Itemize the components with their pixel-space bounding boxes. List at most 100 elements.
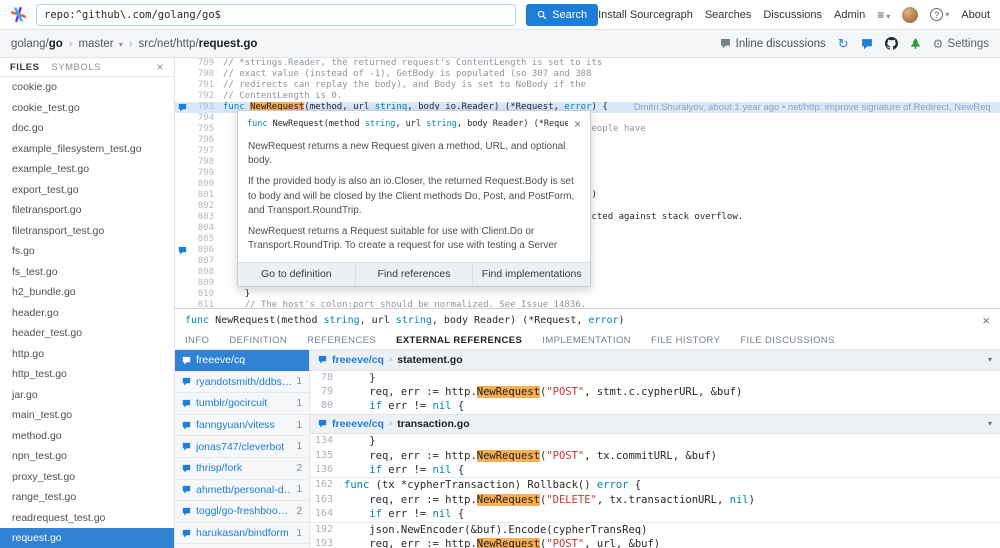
close-icon[interactable]: ×: [156, 60, 164, 74]
line-number[interactable]: 810: [190, 289, 214, 300]
line-number[interactable]: 193: [310, 537, 344, 548]
file-item[interactable]: proxy_test.go: [0, 467, 174, 488]
file-item[interactable]: jar.go: [0, 385, 174, 406]
panel-tab-file-history[interactable]: FILE HISTORY: [651, 335, 720, 346]
reference-line[interactable]: 193 req, err := http.NewRequest("POST", …: [310, 537, 1000, 548]
line-number[interactable]: 804: [190, 223, 214, 234]
line-number[interactable]: 79: [310, 385, 344, 399]
line-number[interactable]: 135: [310, 449, 344, 463]
code-text[interactable]: req, err := http.NewRequest("POST", tx.c…: [344, 449, 717, 463]
nav-install-sourcegraph[interactable]: Install Sourcegraph: [598, 9, 693, 21]
line-number[interactable]: 807: [190, 256, 214, 267]
file-item[interactable]: h2_bundle.go: [0, 282, 174, 303]
line-number[interactable]: 794: [190, 113, 214, 124]
code-line[interactable]: 811 // The host's colon:port should be n…: [175, 300, 1000, 308]
github-icon[interactable]: [884, 37, 898, 50]
file-item[interactable]: request.go: [0, 528, 174, 548]
code-text[interactable]: req, err := http.NewRequest("DELETE", tx…: [344, 493, 755, 507]
repo-item[interactable]: ahmetb/personal-d… 1: [175, 479, 309, 502]
code-line[interactable]: 792 // ContentLength is 0.: [175, 91, 1000, 102]
code-text[interactable]: req, err := http.NewRequest("POST", url,…: [344, 537, 660, 548]
panel-tab-definition[interactable]: DEFINITION: [229, 335, 287, 346]
line-number[interactable]: 163: [310, 493, 344, 507]
go-to-definition-button[interactable]: Go to definition: [238, 263, 356, 287]
reference-file-header[interactable]: freeeve/cq › transaction.go ▾: [310, 413, 1000, 435]
code-line[interactable]: 790 // exact value (instead of -1), GetBo…: [175, 69, 1000, 80]
reference-file-header[interactable]: freeeve/cq › statement.go ▾: [310, 350, 1000, 371]
line-number[interactable]: 164: [310, 507, 344, 521]
reference-line[interactable]: 162 func (tx *cypherTransaction) Rollback…: [310, 478, 1000, 492]
line-number[interactable]: 789: [190, 58, 214, 69]
line-number[interactable]: 78: [310, 371, 344, 385]
line-number[interactable]: 80: [310, 399, 344, 413]
repo-item[interactable]: cloudflare/promsai…1: [175, 544, 309, 548]
chevron-down-icon[interactable]: ▾: [988, 355, 992, 364]
file-item[interactable]: doc.go: [0, 118, 174, 139]
repo-item[interactable]: fanngyuan/vitess 1: [175, 414, 309, 437]
code-text[interactable]: }: [223, 289, 250, 300]
highlighted-token[interactable]: NewRequest: [476, 449, 540, 462]
line-number[interactable]: 795: [190, 124, 214, 135]
line-number[interactable]: 809: [190, 278, 214, 289]
line-number[interactable]: 802: [190, 201, 214, 212]
repo-item[interactable]: tumblr/gocircuit 1: [175, 393, 309, 415]
line-number[interactable]: 136: [310, 463, 344, 477]
code-text[interactable]: }: [344, 434, 375, 448]
nav-searches[interactable]: Searches: [705, 9, 751, 21]
discussion-bubble-icon[interactable]: [175, 103, 190, 112]
file-item[interactable]: filetransport_test.go: [0, 221, 174, 242]
highlighted-token[interactable]: NewRequest: [476, 493, 540, 506]
tree-icon[interactable]: [910, 37, 921, 50]
line-number[interactable]: 790: [190, 69, 214, 80]
line-number[interactable]: 793: [190, 102, 214, 113]
line-number[interactable]: 134: [310, 434, 344, 448]
file-item[interactable]: example_test.go: [0, 159, 174, 180]
tab-symbols[interactable]: SYMBOLS: [51, 62, 100, 73]
reference-line[interactable]: 135 req, err := http.NewRequest("POST", …: [310, 449, 1000, 463]
find-references-button[interactable]: Find references: [356, 263, 474, 287]
reference-line[interactable]: 78 }: [310, 371, 1000, 385]
highlighted-token[interactable]: NewRequest: [476, 537, 540, 548]
chevron-down-icon[interactable]: ▾: [988, 419, 992, 428]
panel-tab-references[interactable]: REFERENCES: [307, 335, 376, 346]
code-text[interactable]: // *strings.Reader, the returned request…: [223, 58, 602, 69]
file-item[interactable]: http.go: [0, 344, 174, 365]
discussions-icon[interactable]: [861, 38, 873, 50]
file-item[interactable]: main_test.go: [0, 405, 174, 426]
inline-discussions-toggle[interactable]: Inline discussions: [720, 38, 826, 50]
line-number[interactable]: 800: [190, 179, 214, 190]
file-item[interactable]: readrequest_test.go: [0, 508, 174, 529]
code-text[interactable]: if err != nil {: [344, 507, 464, 521]
code-text[interactable]: // The host's colon:port should be norma…: [223, 300, 586, 308]
line-number[interactable]: 162: [310, 478, 344, 492]
panel-tab-info[interactable]: INFO: [185, 335, 209, 346]
panel-tab-file-discussions[interactable]: FILE DISCUSSIONS: [740, 335, 835, 346]
code-text[interactable]: // ContentLength is 0.: [223, 91, 342, 102]
file-item[interactable]: export_test.go: [0, 180, 174, 201]
line-number[interactable]: 805: [190, 234, 214, 245]
reference-line[interactable]: 164 if err != nil {: [310, 507, 1000, 521]
file-item[interactable]: http_test.go: [0, 364, 174, 385]
reference-line[interactable]: 192 json.NewEncoder(&buf).Encode(cypherT…: [310, 523, 1000, 537]
repo-item[interactable]: harukasan/bindform 1: [175, 522, 309, 545]
reference-line[interactable]: 136 if err != nil {: [310, 463, 1000, 477]
panel-tab-external-references[interactable]: EXTERNAL REFERENCES: [396, 335, 522, 346]
reference-line[interactable]: 80 if err != nil {: [310, 399, 1000, 413]
file-item[interactable]: method.go: [0, 426, 174, 447]
code-text[interactable]: req, err := http.NewRequest("POST", stmt…: [344, 385, 742, 399]
search-button[interactable]: Search: [526, 3, 599, 26]
sourcegraph-logo[interactable]: [10, 6, 27, 23]
code-text[interactable]: // exact value (instead of -1), GetBody …: [223, 69, 591, 80]
nav-admin[interactable]: Admin: [834, 9, 865, 21]
repo-item[interactable]: thrisp/fork 2: [175, 457, 309, 480]
file-item[interactable]: npn_test.go: [0, 446, 174, 467]
file-item[interactable]: header_test.go: [0, 323, 174, 344]
avatar[interactable]: [902, 6, 919, 23]
file-item[interactable]: cookie.go: [0, 77, 174, 98]
history-icon[interactable]: ↻: [838, 37, 849, 50]
repo-item[interactable]: toggl/go-freshboo… 2: [175, 501, 309, 523]
close-icon[interactable]: ×: [568, 118, 581, 130]
code-text[interactable]: if err != nil {: [344, 399, 464, 413]
help-menu[interactable]: ? ▾: [930, 8, 949, 21]
line-number[interactable]: 796: [190, 135, 214, 146]
